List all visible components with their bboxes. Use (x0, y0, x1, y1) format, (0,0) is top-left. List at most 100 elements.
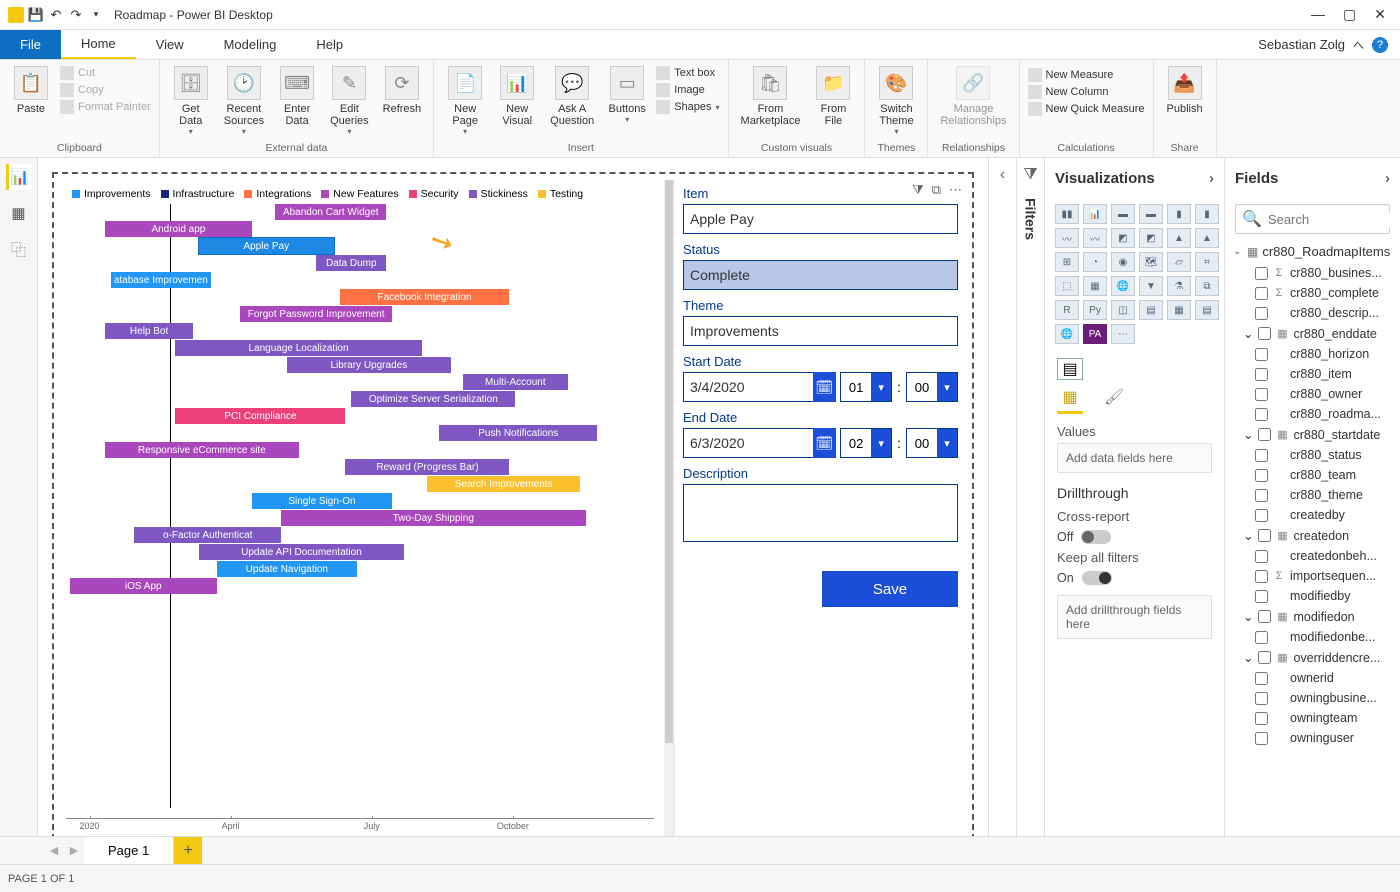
gantt-bar[interactable]: Language Localization (175, 340, 421, 356)
calendar-icon[interactable]: 🗓 (813, 372, 836, 402)
refresh-button[interactable]: ⟳Refresh (377, 64, 428, 140)
qat-dropdown-icon[interactable]: ▾ (88, 7, 104, 23)
filter-icon[interactable]: ⧩ (912, 182, 924, 198)
save-icon[interactable]: 💾 (28, 7, 44, 23)
legend-item[interactable]: New Features (321, 188, 398, 200)
legend-item[interactable]: Improvements (72, 188, 151, 200)
viz-type-icon[interactable]: 📊 (1083, 204, 1107, 224)
gantt-bar[interactable]: Android app (105, 221, 252, 237)
tab-file[interactable]: File (0, 30, 61, 59)
viz-type-icon[interactable]: 🌐 (1111, 276, 1135, 296)
prev-page-icon[interactable]: ◀ (44, 837, 64, 864)
model-view-icon[interactable]: ⿻ (6, 236, 32, 262)
gantt-bar[interactable]: Data Dump (316, 255, 386, 271)
gantt-visual[interactable]: Improvements Infrastructure Integrations Ne… (60, 180, 660, 842)
gantt-bar[interactable]: Two-Day Shipping (281, 510, 586, 526)
field-item[interactable]: cr880_team (1233, 465, 1392, 485)
legend-item[interactable]: Integrations (244, 188, 311, 200)
viz-type-icon[interactable]: ▼ (1139, 276, 1163, 296)
minimize-icon[interactable]: — (1311, 6, 1325, 23)
chevron-down-icon[interactable]: ▾ (937, 429, 957, 457)
field-item[interactable]: cr880_descrip... (1233, 303, 1392, 323)
gantt-bar[interactable]: Abandon Cart Widget (275, 204, 386, 220)
gantt-bar[interactable]: Help Bot (105, 323, 193, 339)
viz-type-icon[interactable]: ▮▮ (1055, 204, 1079, 224)
gantt-bar[interactable]: atabase Improvemen (111, 272, 211, 288)
field-item[interactable]: cr880_status (1233, 445, 1392, 465)
end-min-select[interactable]: 00▾ (906, 428, 958, 458)
more-icon[interactable]: ⋯ (949, 182, 962, 198)
field-item[interactable]: modifiedby (1233, 586, 1392, 606)
gantt-bar[interactable]: Forgot Password Improvement (240, 306, 392, 322)
chevron-right-icon[interactable]: › (1385, 170, 1390, 187)
report-canvas[interactable]: Improvements Infrastructure Integrations Ne… (38, 158, 988, 864)
gantt-bar[interactable]: iOS App (70, 578, 217, 594)
gantt-bar[interactable]: Facebook Integration (340, 289, 510, 305)
new-column-button[interactable]: New Column (1028, 85, 1145, 99)
gantt-bar[interactable]: Single Sign-On (252, 493, 393, 509)
viz-type-icon[interactable]: ▲ (1167, 228, 1191, 248)
edit-queries-button[interactable]: ✎Edit Queries▾ (324, 64, 375, 140)
field-item[interactable]: cr880_owner (1233, 384, 1392, 404)
field-item[interactable]: modifiedonbe... (1233, 627, 1392, 647)
tab-help[interactable]: Help (296, 30, 363, 59)
tab-modeling[interactable]: Modeling (204, 30, 297, 59)
field-item[interactable]: ⌄▦overriddencre... (1233, 647, 1392, 668)
save-button[interactable]: Save (822, 571, 958, 607)
viz-type-icon[interactable]: ▤ (1139, 300, 1163, 320)
field-item[interactable]: owninguser (1233, 728, 1392, 748)
field-item[interactable]: Σimportsequen... (1233, 566, 1392, 586)
field-item[interactable]: cr880_item (1233, 364, 1392, 384)
legend-item[interactable]: Infrastructure (161, 188, 235, 200)
gantt-bar[interactable]: Responsive eCommerce site (105, 442, 298, 458)
field-item[interactable]: ⌄▦cr880_enddate (1233, 323, 1392, 344)
page-tab-1[interactable]: Page 1 (84, 837, 174, 864)
manage-relationships-button[interactable]: 🔗Manage Relationships (934, 64, 1012, 140)
chevron-down-icon[interactable]: ▾ (937, 373, 957, 401)
field-item[interactable]: ⌄▦createdon (1233, 525, 1392, 546)
form-visual[interactable]: ⧩ ⧉ ⋯ Item Status Complete Theme Sta (674, 180, 966, 842)
values-dropzone[interactable]: Add data fields here (1057, 443, 1212, 473)
end-hour-select[interactable]: 02▾ (840, 428, 892, 458)
collapse-panes-icon[interactable]: ‹ (988, 158, 1016, 864)
chevron-down-icon[interactable]: ▾ (871, 373, 891, 401)
chevron-down-icon[interactable]: ▾ (871, 429, 891, 457)
report-view-icon[interactable]: 📊 (6, 164, 32, 190)
gantt-bar[interactable]: Update Navigation (217, 561, 358, 577)
viz-type-icon[interactable]: ◫ (1111, 300, 1135, 320)
field-item[interactable]: createdby (1233, 505, 1392, 525)
viz-type-icon[interactable]: ▤ (1195, 300, 1219, 320)
vertical-scrollbar[interactable] (664, 180, 674, 842)
from-file-button[interactable]: 📁From File (808, 64, 858, 140)
viz-type-icon[interactable]: ⧉ (1195, 276, 1219, 296)
filters-icon[interactable]: ⧩ (1023, 166, 1037, 184)
chevron-right-icon[interactable]: › (1209, 170, 1214, 187)
user-name[interactable]: Sebastian Zolg (1258, 37, 1345, 52)
viz-type-icon[interactable]: ▱ (1167, 252, 1191, 272)
enter-data-button[interactable]: ⌨Enter Data (272, 64, 322, 140)
field-item[interactable]: ⌄▦cr880_startdate (1233, 424, 1392, 445)
visual-container-selected[interactable]: Improvements Infrastructure Integrations Ne… (52, 172, 974, 850)
close-icon[interactable]: ✕ (1374, 6, 1386, 23)
image-button[interactable]: Image (656, 83, 719, 97)
gantt-bar[interactable]: Search Improvements (427, 476, 579, 492)
viz-type-icon[interactable]: ▦ (1167, 300, 1191, 320)
viz-type-icon[interactable]: ▮ (1167, 204, 1191, 224)
from-marketplace-button[interactable]: 🛍From Marketplace (735, 64, 807, 140)
format-subtab-icon[interactable]: 🖌 (1101, 384, 1127, 410)
viz-type-icon[interactable]: ▦ (1083, 276, 1107, 296)
new-page-button[interactable]: 📄New Page▾ (440, 64, 490, 140)
gantt-bar[interactable]: Optimize Server Serialization (351, 391, 515, 407)
item-input[interactable] (683, 204, 958, 234)
viz-type-icon[interactable]: R (1055, 300, 1079, 320)
gantt-bar[interactable]: Library Upgrades (287, 357, 451, 373)
calendar-icon[interactable]: 🗓 (813, 428, 836, 458)
gantt-bar[interactable]: Push Notifications (439, 425, 597, 441)
viz-type-icon[interactable]: ⚗ (1167, 276, 1191, 296)
viz-type-icon[interactable]: ▮ (1195, 204, 1219, 224)
field-item[interactable]: cr880_theme (1233, 485, 1392, 505)
field-item[interactable]: ownerid (1233, 668, 1392, 688)
chevron-up-icon[interactable]: へ (1353, 37, 1364, 53)
viz-type-icon[interactable]: PA (1083, 324, 1107, 344)
gantt-bar[interactable]: Multi-Account (463, 374, 568, 390)
